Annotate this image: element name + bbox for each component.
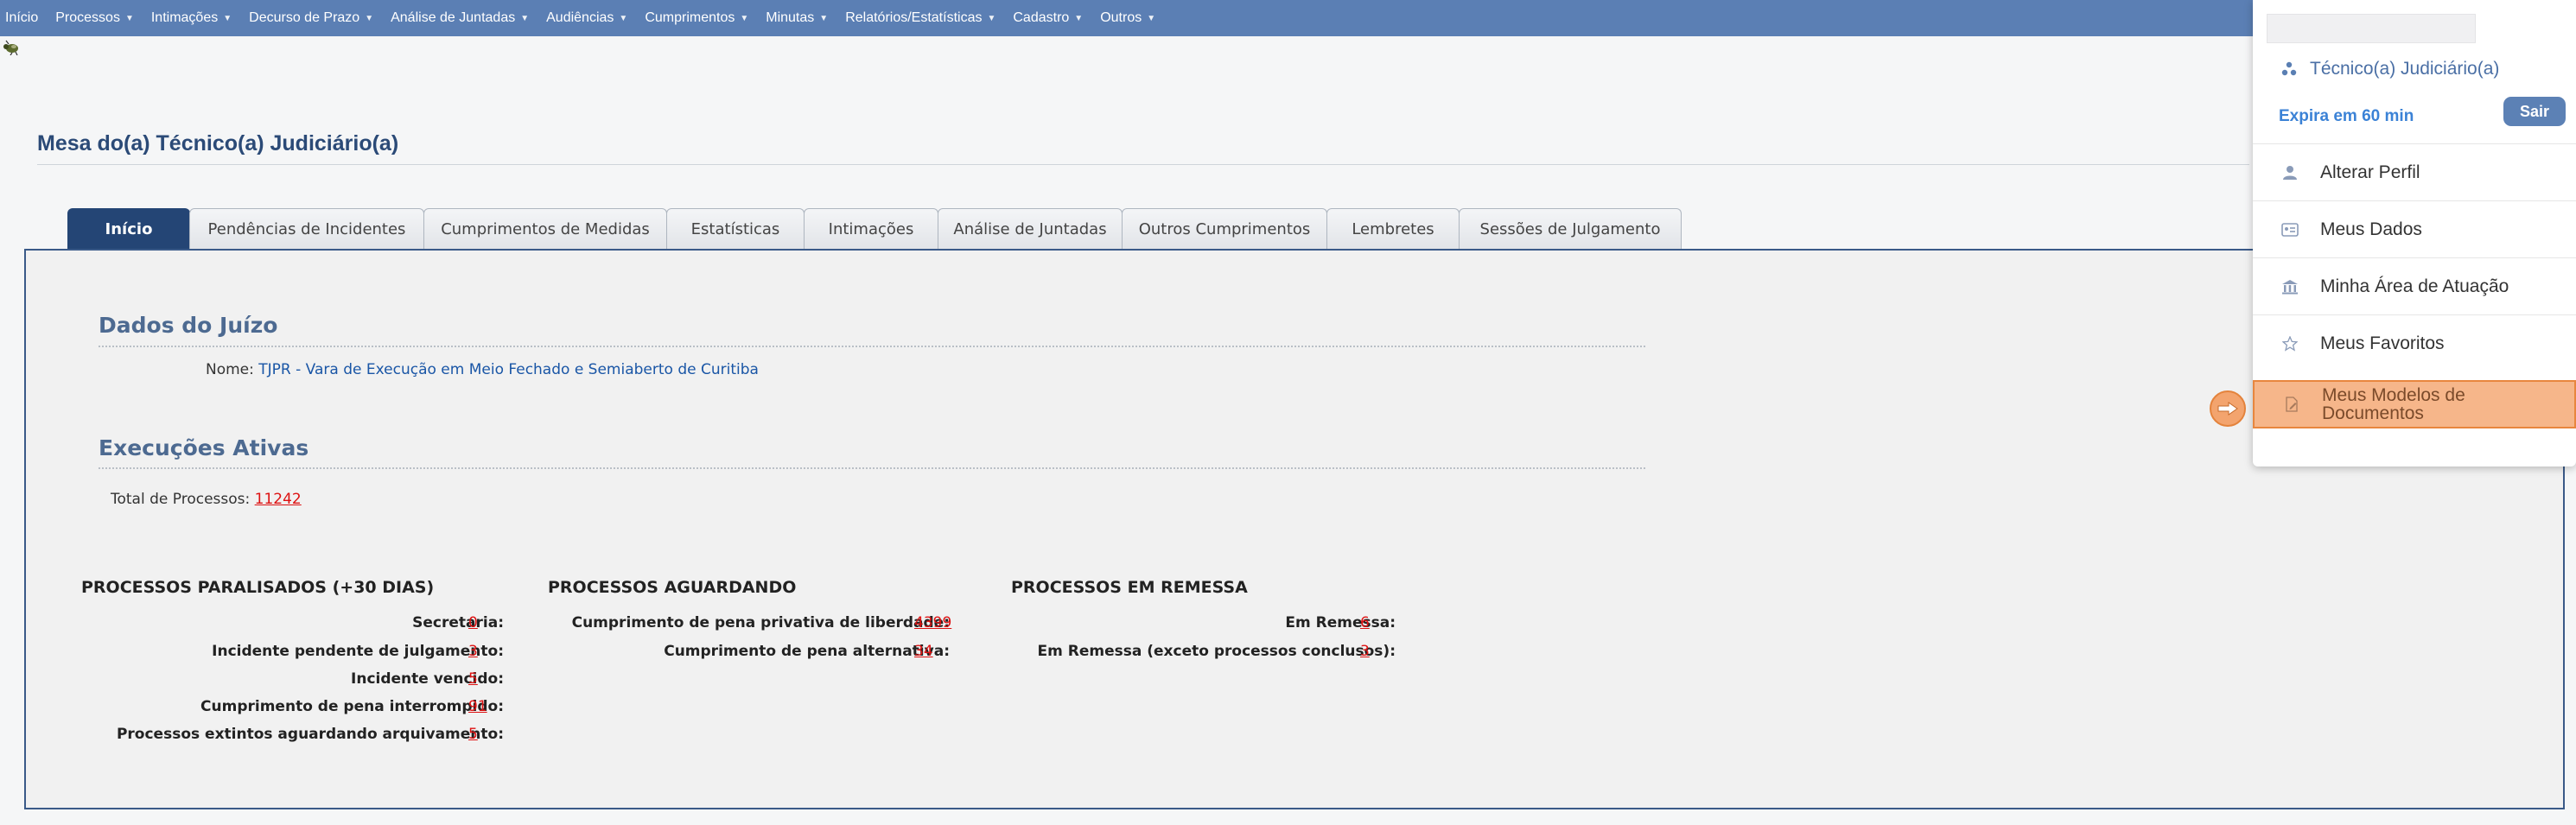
pena-privativa-value-link[interactable]: 4399 bbox=[914, 614, 951, 631]
user-icon bbox=[2280, 163, 2299, 182]
stat-pena-privativa: Cumprimento de pena privativa de liberda… bbox=[571, 614, 950, 631]
menu-item-alterar-perfil[interactable]: Alterar Perfil bbox=[2253, 143, 2576, 200]
secretaria-value-link[interactable]: 0 bbox=[468, 614, 478, 631]
caret-down-icon: ▼ bbox=[987, 13, 996, 23]
user-role[interactable]: Técnico(a) Judiciário(a) bbox=[2280, 59, 2499, 79]
stat-secretaria: Secretaria: bbox=[412, 614, 504, 631]
arrow-right-icon bbox=[2217, 402, 2238, 416]
total-processos: Total de Processos: 11242 bbox=[111, 491, 302, 508]
logout-button[interactable]: Sair bbox=[2503, 97, 2566, 126]
tab-sessoes-de-julgamento[interactable]: Sessões de Julgamento bbox=[1459, 208, 1682, 250]
menu-item-minha-area-de-atuacao[interactable]: Minha Área de Atuação bbox=[2253, 257, 2576, 314]
stat-value-wrap: 3 bbox=[468, 643, 478, 660]
id-card-icon bbox=[2280, 220, 2299, 239]
bug-icon[interactable] bbox=[2, 40, 21, 55]
juizo-nome-link[interactable]: TJPR - Vara de Execução em Meio Fechado … bbox=[258, 361, 759, 378]
cursor-indicator-icon bbox=[2210, 390, 2246, 427]
execucoes-ativas-title: Execuções Ativas bbox=[99, 435, 309, 460]
em-remessa-value-link[interactable]: 6 bbox=[1360, 614, 1370, 631]
tab-outros-cumprimentos[interactable]: Outros Cumprimentos bbox=[1122, 208, 1327, 250]
nav-item-processos[interactable]: Processos ▼ bbox=[55, 10, 134, 26]
stat-value-wrap: 5 bbox=[468, 670, 478, 688]
caret-down-icon: ▼ bbox=[223, 13, 232, 23]
building-icon bbox=[2280, 277, 2299, 296]
caret-down-icon: ▼ bbox=[520, 13, 530, 23]
tab-cumprimentos-de-medidas[interactable]: Cumprimentos de Medidas bbox=[423, 208, 667, 250]
menu-item-meus-modelos-de-documentos[interactable]: Meus Modelos de Documentos bbox=[2253, 380, 2576, 428]
page-title: Mesa do(a) Técnico(a) Judiciário(a) bbox=[37, 131, 399, 155]
menu-item-meus-favoritos[interactable]: Meus Favoritos bbox=[2253, 314, 2576, 371]
incidente-pendente-value-link[interactable]: 3 bbox=[468, 643, 478, 660]
paralisados-heading: PROCESSOS PARALISADOS (+30 DIAS) bbox=[81, 578, 435, 597]
caret-down-icon: ▼ bbox=[819, 13, 829, 23]
nav-item-decurso-de-prazo[interactable]: Decurso de Prazo ▼ bbox=[249, 10, 373, 26]
stat-em-remessa-exceto: Em Remessa (exceto processos conclusos): bbox=[1037, 643, 1396, 660]
extintos-aguardando-value-link[interactable]: 5 bbox=[468, 726, 478, 743]
cumprimento-interrompido-value-link[interactable]: 91 bbox=[468, 698, 487, 715]
caret-down-icon: ▼ bbox=[740, 13, 749, 23]
tab-inicio[interactable]: Início bbox=[67, 208, 190, 250]
stat-value-wrap: 0 bbox=[468, 614, 478, 631]
document-edit-icon bbox=[2282, 395, 2301, 414]
stat-incidente-pendente: Incidente pendente de julgamento: bbox=[212, 643, 504, 660]
nav-item-cumprimentos[interactable]: Cumprimentos ▼ bbox=[645, 10, 748, 26]
remessa-heading: PROCESSOS EM REMESSA bbox=[1011, 578, 1248, 597]
caret-down-icon: ▼ bbox=[1074, 13, 1084, 23]
section-divider bbox=[99, 346, 1645, 347]
tab-analise-de-juntadas[interactable]: Análise de Juntadas bbox=[938, 208, 1123, 250]
caret-down-icon: ▼ bbox=[124, 13, 134, 23]
tab-pendencias-de-incidentes[interactable]: Pendências de Incidentes bbox=[189, 208, 424, 250]
stat-value-wrap: 6 bbox=[1360, 614, 1370, 631]
nav-item-audiencias[interactable]: Audiências ▼ bbox=[546, 10, 627, 26]
tab-bar: Início Pendências de Incidentes Cumprime… bbox=[67, 206, 1682, 250]
stat-value-wrap: 5 bbox=[468, 726, 478, 743]
menu-item-meus-dados[interactable]: Meus Dados bbox=[2253, 200, 2576, 257]
nav-item-outros[interactable]: Outros ▼ bbox=[1100, 10, 1155, 26]
title-divider bbox=[37, 164, 2249, 165]
section-divider bbox=[99, 467, 1645, 469]
stat-value-wrap: 3 bbox=[1360, 643, 1370, 660]
stat-value-wrap: 91 bbox=[468, 698, 487, 715]
stat-extintos-aguardando: Processos extintos aguardando arquivamen… bbox=[116, 726, 504, 743]
star-icon bbox=[2280, 334, 2299, 353]
em-remessa-exceto-value-link[interactable]: 3 bbox=[1360, 643, 1370, 660]
tab-estatisticas[interactable]: Estatísticas bbox=[666, 208, 805, 250]
caret-down-icon: ▼ bbox=[619, 13, 628, 23]
nav-item-relatorios[interactable]: Relatórios/Estatísticas ▼ bbox=[845, 10, 995, 26]
caret-down-icon: ▼ bbox=[365, 13, 374, 23]
incidente-vencido-value-link[interactable]: 5 bbox=[468, 670, 478, 688]
stat-value-wrap: 4399 bbox=[914, 614, 951, 631]
stat-em-remessa: Em Remessa: bbox=[1285, 614, 1396, 631]
pena-alternativa-value-link[interactable]: 34 bbox=[914, 643, 933, 660]
top-nav: Início Processos ▼ Intimações ▼ Decurso de… bbox=[0, 0, 2576, 36]
content-panel: Dados do Juízo Nome: TJPR - Vara de Exec… bbox=[24, 249, 2565, 809]
user-name-box bbox=[2267, 14, 2476, 43]
aguardando-heading: PROCESSOS AGUARDANDO bbox=[548, 578, 797, 597]
stat-incidente-vencido: Incidente vencido: bbox=[351, 670, 504, 688]
caret-down-icon: ▼ bbox=[1147, 13, 1156, 23]
dados-do-juizo-title: Dados do Juízo bbox=[99, 313, 278, 338]
nav-item-analise-de-juntadas[interactable]: Análise de Juntadas ▼ bbox=[391, 10, 529, 26]
nome-label: Nome: TJPR - Vara de Execução em Meio Fe… bbox=[206, 361, 759, 378]
stat-cumprimento-interrompido: Cumprimento de pena interrompido: bbox=[200, 698, 504, 715]
session-expiry: Expira em 60 min bbox=[2279, 107, 2414, 125]
stat-value-wrap: 34 bbox=[914, 643, 933, 660]
user-menu-dropdown: Técnico(a) Judiciário(a) Expira em 60 mi… bbox=[2253, 0, 2576, 466]
users-icon bbox=[2281, 61, 2297, 76]
stat-pena-alternativa: Cumprimento de pena alternativa: bbox=[664, 643, 950, 660]
nav-item-cadastro[interactable]: Cadastro ▼ bbox=[1013, 10, 1083, 26]
total-processos-link[interactable]: 11242 bbox=[255, 491, 302, 508]
nav-item-intimacoes[interactable]: Intimações ▼ bbox=[151, 10, 232, 26]
tab-intimacoes[interactable]: Intimações bbox=[804, 208, 938, 250]
nav-item-inicio[interactable]: Início bbox=[5, 10, 38, 26]
tab-lembretes[interactable]: Lembretes bbox=[1326, 208, 1460, 250]
nav-item-minutas[interactable]: Minutas ▼ bbox=[766, 10, 828, 26]
